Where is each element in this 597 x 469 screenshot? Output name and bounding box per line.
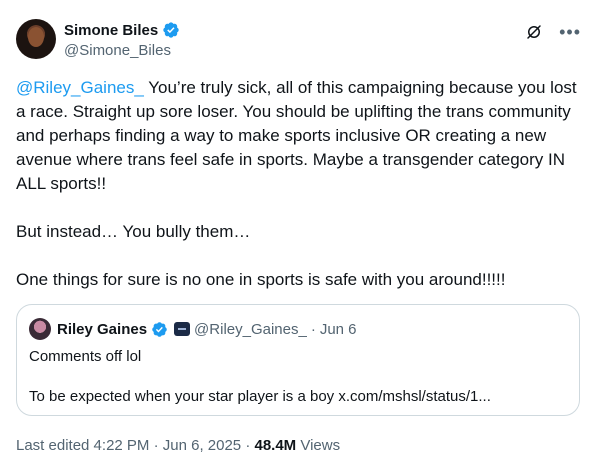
author-handle[interactable]: @Simone_Biles <box>64 42 171 59</box>
verified-badge-icon <box>152 321 167 337</box>
quoted-text-line-2: To be expected when your star player is … <box>29 388 491 405</box>
tweet-header: Simone Biles @Simone_Biles ••• <box>16 19 581 63</box>
mention-link[interactable]: @Riley_Gaines_ <box>16 78 144 97</box>
edited-timestamp[interactable]: Last edited 4:22 PM · Jun 6, 2025 · <box>16 437 254 454</box>
tweet-text: @Riley_Gaines_ You’re truly sick, all of… <box>16 76 582 292</box>
quoted-tweet-header: Riley Gaines @Riley_Gaines_ · Jun 6 <box>29 318 357 340</box>
more-icon[interactable]: ••• <box>559 23 581 41</box>
author-name-row: Simone Biles <box>64 21 180 39</box>
header-actions: ••• <box>525 23 581 41</box>
author-name[interactable]: Simone Biles <box>64 22 158 39</box>
quoted-handle[interactable]: @Riley_Gaines_ <box>194 321 307 338</box>
quoted-separator: · <box>310 320 316 338</box>
tweet-body-2: But instead… You bully them… <box>16 222 251 241</box>
quoted-avatar[interactable] <box>29 318 51 340</box>
verified-badge-icon <box>163 22 179 38</box>
tweet-body-3: One things for sure is no one in sports … <box>16 270 506 289</box>
quoted-text-line-1: Comments off lol <box>29 348 142 365</box>
quoted-tweet[interactable]: Riley Gaines @Riley_Gaines_ · Jun 6 Comm… <box>16 304 580 416</box>
affiliate-badge-icon <box>174 322 191 336</box>
quoted-date[interactable]: Jun 6 <box>320 321 357 338</box>
tweet-metadata: Last edited 4:22 PM · Jun 6, 2025 · 48.4… <box>16 437 340 454</box>
grok-icon[interactable] <box>525 23 543 41</box>
avatar[interactable] <box>16 19 56 59</box>
views-label: Views <box>296 437 341 454</box>
views-count: 48.4M <box>254 437 297 454</box>
quoted-author-name[interactable]: Riley Gaines <box>57 321 147 338</box>
